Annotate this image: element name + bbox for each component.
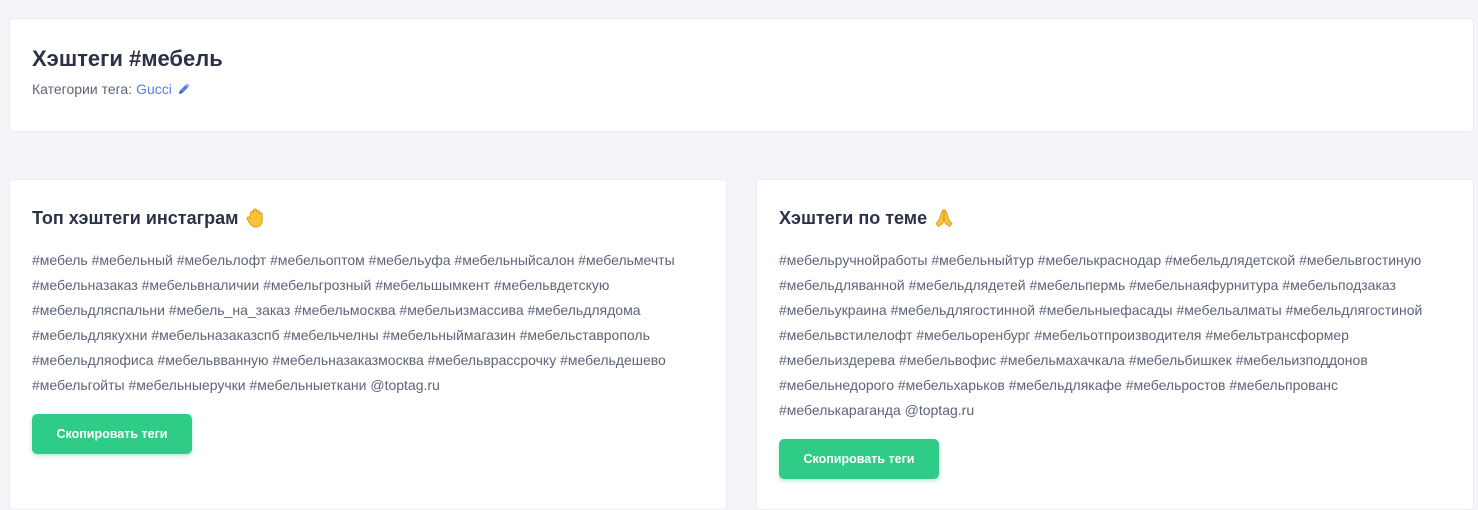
- hashtags-text: #мебельручнойработы #мебельныйтур #мебел…: [779, 252, 1423, 418]
- copy-tags-button[interactable]: Скопировать теги: [779, 439, 939, 479]
- tag-categories: Категории тега: Gucci: [32, 81, 1451, 97]
- page-title: Хэштеги #мебель: [32, 46, 223, 71]
- category-link[interactable]: Gucci: [136, 81, 172, 97]
- pencil-icon[interactable]: [176, 81, 192, 97]
- copy-tags-button[interactable]: Скопировать теги: [32, 414, 192, 454]
- related-hashtags-card: Хэштеги по теме #мебельручнойработы #меб…: [756, 179, 1474, 510]
- folded-hands-icon: [935, 209, 953, 228]
- card-title: Хэштеги по теме: [779, 206, 1451, 230]
- top-hashtags-card: Топ хэштеги инстаграм #мебель #мебельный…: [9, 179, 727, 510]
- card-title: Топ хэштеги инстаграм: [32, 206, 704, 230]
- card-title-text: Хэштеги по теме: [779, 208, 928, 228]
- header-card: Хэштеги #мебель Категории тега: Gucci: [9, 18, 1474, 132]
- categories-label: Категории тега:: [32, 81, 133, 97]
- card-title-text: Топ хэштеги инстаграм: [32, 208, 239, 228]
- hashtags-text: #мебель #мебельный #мебельлофт #мебельоп…: [32, 252, 675, 393]
- raised-hand-icon: [247, 208, 264, 228]
